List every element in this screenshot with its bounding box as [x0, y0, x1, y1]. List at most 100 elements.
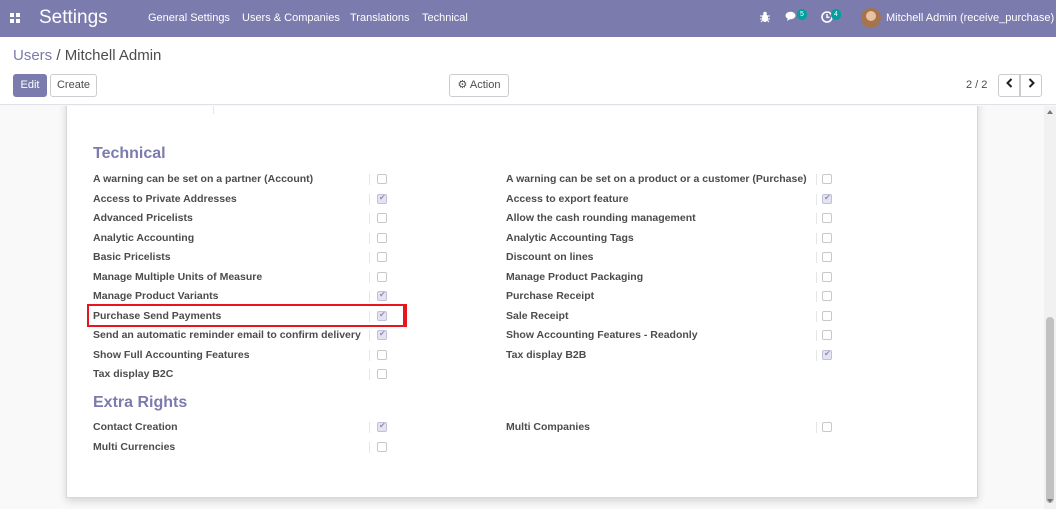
- app-title[interactable]: Settings: [39, 7, 108, 29]
- access-right-label: Tax display B2B: [506, 348, 587, 361]
- gear-icon: ⚙: [457, 79, 468, 91]
- user-avatar[interactable]: [861, 8, 881, 28]
- access-right-checkbox[interactable]: [377, 193, 387, 204]
- access-right-checkbox[interactable]: [377, 290, 387, 301]
- menu-users-companies[interactable]: Users & Companies: [242, 12, 340, 24]
- access-right-label: Send an automatic reminder email to conf…: [93, 329, 361, 341]
- access-right-checkbox[interactable]: [822, 252, 832, 262]
- divider: [816, 271, 817, 283]
- access-right-checkbox[interactable]: [822, 174, 832, 184]
- divider: [816, 213, 817, 224]
- access-right-checkbox[interactable]: [822, 291, 832, 301]
- divider: [213, 106, 214, 114]
- access-right-label: Sale Receipt: [506, 309, 569, 322]
- access-right-label: Basic Pricelists: [93, 251, 171, 263]
- breadcrumb-users-link[interactable]: Users: [13, 47, 52, 64]
- group-title-technical: Technical: [93, 145, 166, 162]
- divider: [369, 441, 370, 453]
- access-right-checkbox[interactable]: [377, 349, 387, 360]
- scroll-down-icon[interactable]: [1047, 499, 1053, 503]
- divider: [369, 252, 370, 263]
- divider: [369, 422, 370, 433]
- divider: [816, 330, 817, 341]
- access-right-checkbox[interactable]: [822, 349, 832, 360]
- access-right-label: Tax display B2C: [93, 368, 174, 380]
- access-right-checkbox[interactable]: [377, 310, 387, 321]
- create-button[interactable]: Create: [50, 74, 97, 97]
- access-right-checkbox[interactable]: [822, 232, 832, 243]
- pager-previous-button[interactable]: [998, 74, 1020, 97]
- divider: [816, 349, 817, 361]
- access-right-label: A warning can be set on a partner (Accou…: [93, 173, 314, 185]
- user-menu-label[interactable]: Mitchell Admin (receive_purchase): [886, 12, 1054, 24]
- access-right-checkbox[interactable]: [822, 330, 832, 340]
- apps-menu-icon[interactable]: [10, 13, 20, 23]
- access-right-checkbox[interactable]: [377, 369, 387, 379]
- divider: [816, 422, 817, 433]
- divider: [369, 349, 370, 361]
- access-right-checkbox[interactable]: [822, 213, 832, 223]
- divider: [369, 174, 370, 185]
- divider: [369, 291, 370, 302]
- top-navbar: Settings General Settings Users & Compan…: [0, 0, 1056, 37]
- access-right-label: Manage Product Packaging: [506, 270, 644, 283]
- pager-next-button[interactable]: [1020, 74, 1042, 97]
- menu-technical[interactable]: Technical: [422, 12, 468, 24]
- access-right-label: Multi Companies: [506, 421, 591, 433]
- divider: [816, 174, 817, 185]
- access-right-label: Advanced Pricelists: [93, 212, 193, 224]
- control-panel: Users / Mitchell Admin Edit Create ⚙ Act…: [0, 37, 1056, 105]
- access-right-label: Discount on lines: [506, 251, 594, 263]
- access-right-label: Show Full Accounting Features: [93, 348, 250, 361]
- access-right-checkbox[interactable]: [822, 193, 832, 204]
- access-right-label: Purchase Send Payments: [93, 309, 222, 322]
- access-right-checkbox[interactable]: [822, 422, 832, 432]
- divider: [369, 271, 370, 283]
- action-dropdown-button[interactable]: ⚙ Action: [449, 74, 509, 97]
- access-right-label: Allow the cash rounding management: [506, 212, 696, 224]
- access-right-checkbox[interactable]: [822, 310, 832, 321]
- divider: [369, 232, 370, 244]
- divider: [369, 369, 370, 380]
- divider: [816, 291, 817, 302]
- divider: [369, 330, 370, 341]
- pager-value[interactable]: 2 / 2: [966, 79, 987, 91]
- access-right-label: Contact Creation: [93, 421, 178, 433]
- divider: [369, 310, 370, 322]
- access-right-checkbox[interactable]: [377, 441, 387, 452]
- chevron-right-icon: [1028, 78, 1035, 91]
- breadcrumb-current: Mitchell Admin: [64, 47, 162, 64]
- access-right-checkbox[interactable]: [822, 271, 832, 282]
- divider: [816, 310, 817, 322]
- access-right-label: Access to Private Addresses: [93, 192, 237, 205]
- access-right-checkbox[interactable]: [377, 421, 387, 432]
- access-right-checkbox[interactable]: [377, 213, 387, 223]
- access-right-checkbox[interactable]: [377, 232, 387, 243]
- access-right-label: Purchase Receipt: [506, 290, 595, 302]
- access-right-checkbox[interactable]: [377, 252, 387, 262]
- action-button-label: Action: [469, 79, 501, 91]
- access-right-checkbox[interactable]: [377, 271, 387, 282]
- chevron-left-icon: [1005, 78, 1013, 91]
- menu-general-settings[interactable]: General Settings: [148, 12, 230, 24]
- divider: [816, 193, 817, 205]
- messages-count-badge: 5: [797, 9, 807, 20]
- access-right-label: Manage Product Variants: [93, 290, 219, 302]
- access-right-checkbox[interactable]: [377, 329, 387, 340]
- scroll-up-icon[interactable]: [1047, 110, 1053, 114]
- access-right-label: Analytic Accounting: [93, 231, 195, 244]
- divider: [369, 213, 370, 224]
- activities-count-badge: 4: [831, 9, 841, 20]
- access-right-label: Analytic Accounting Tags: [506, 231, 634, 244]
- scrollbar-thumb[interactable]: [1046, 317, 1054, 503]
- access-right-checkbox[interactable]: [377, 174, 387, 184]
- menu-translations[interactable]: Translations: [350, 12, 410, 24]
- access-right-label: Manage Multiple Units of Measure: [93, 270, 263, 283]
- edit-button[interactable]: Edit: [13, 74, 47, 97]
- breadcrumb-separator: /: [56, 47, 61, 64]
- scrollbar[interactable]: [1044, 106, 1056, 509]
- breadcrumb: Users / Mitchell Admin: [13, 47, 161, 64]
- access-right-label: A warning can be set on a product or a c…: [506, 173, 807, 185]
- divider: [816, 252, 817, 263]
- debug-bug-icon[interactable]: [760, 11, 770, 26]
